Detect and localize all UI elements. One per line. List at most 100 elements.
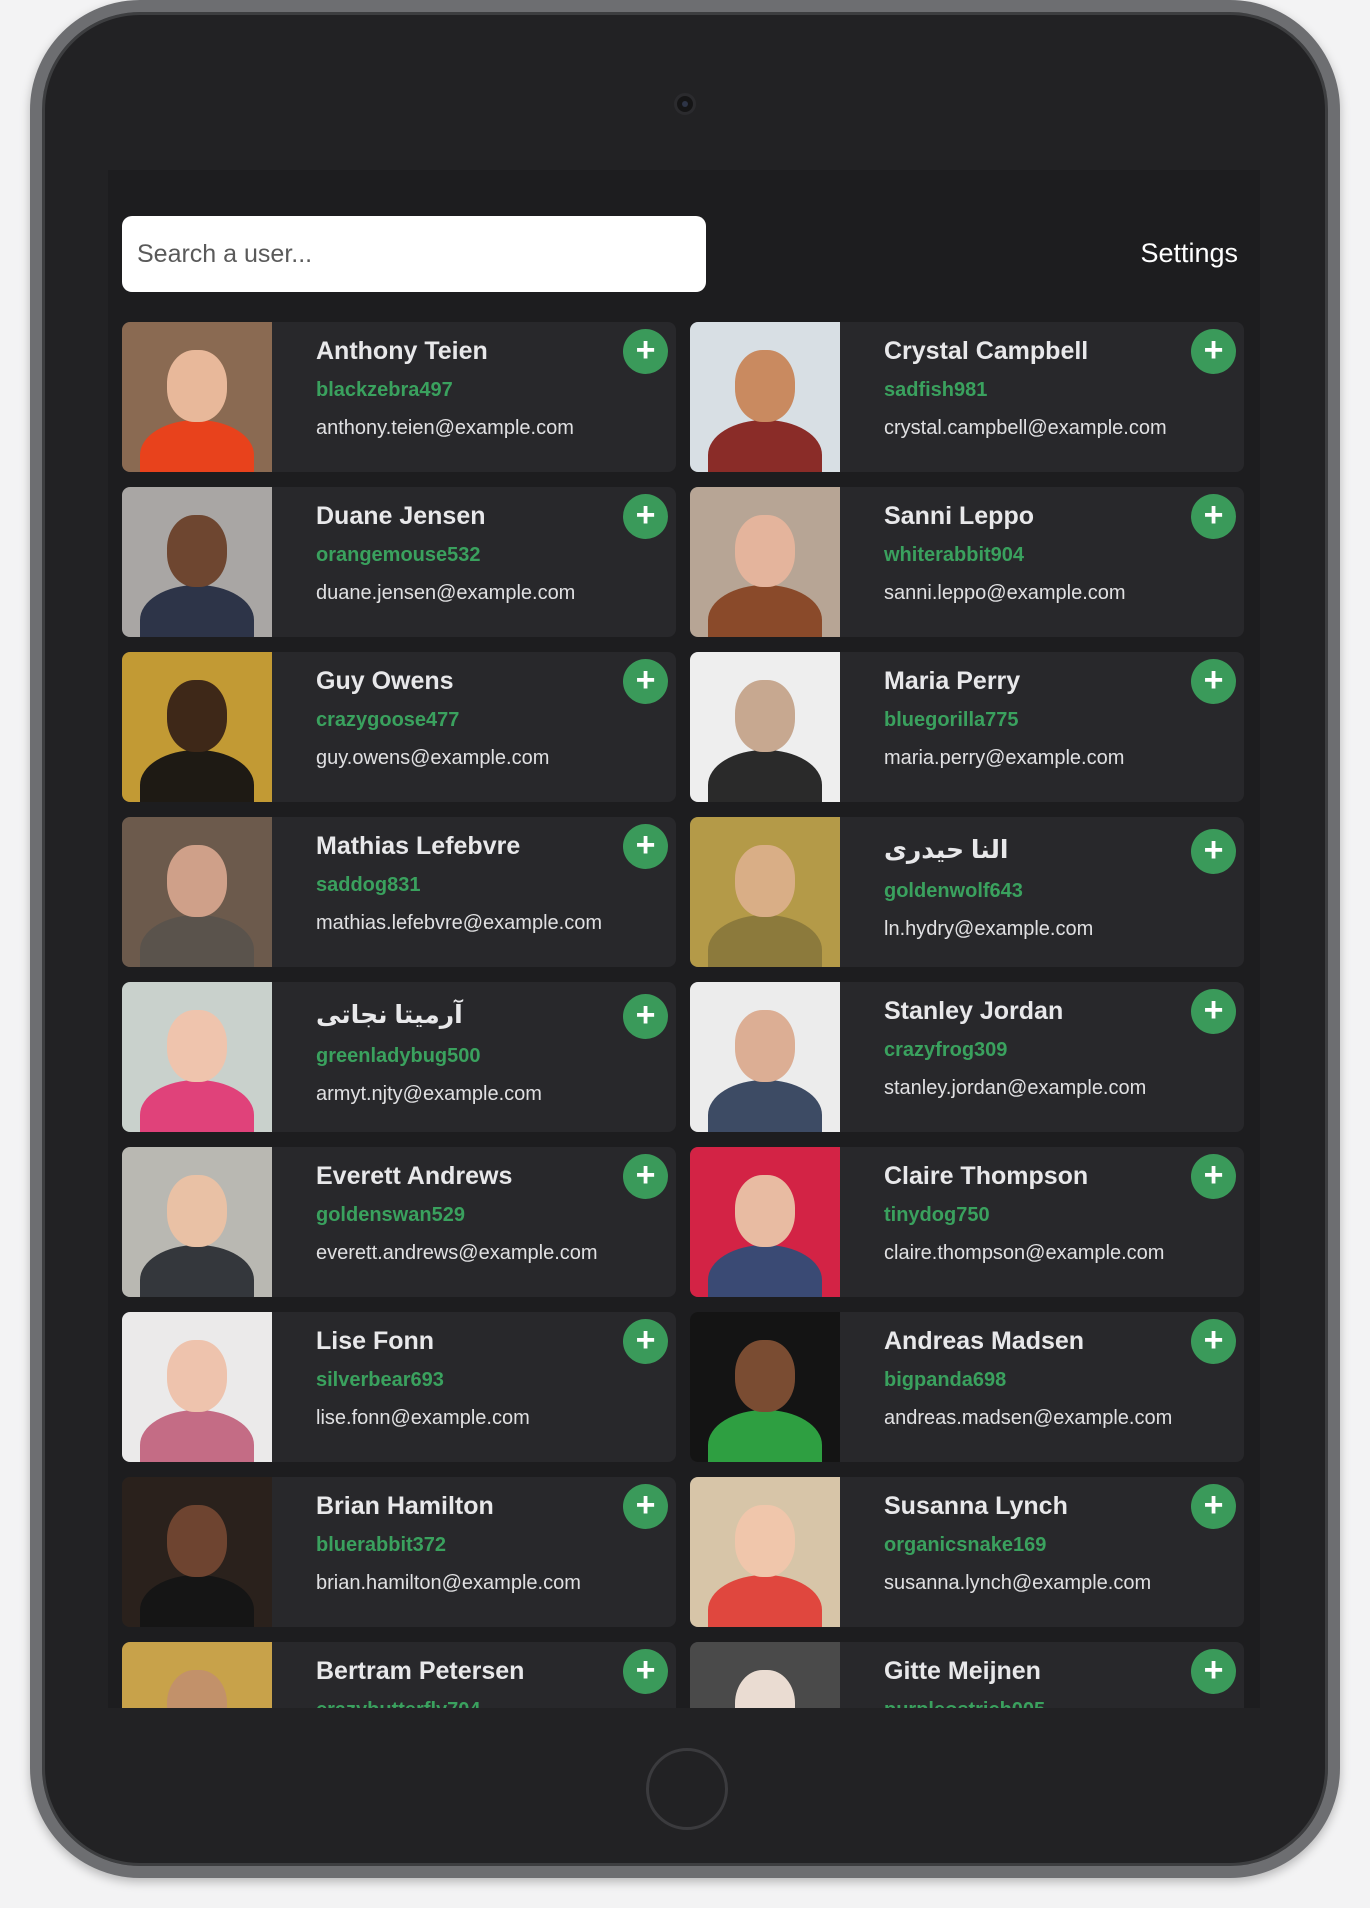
user-name: Claire Thompson [884, 1162, 1089, 1190]
avatar-body [140, 585, 254, 637]
add-user-button[interactable]: + [623, 994, 668, 1039]
user-card[interactable]: Maria Perry bluegorilla775 maria.perry@exa… [690, 652, 1244, 802]
add-user-button[interactable]: + [623, 659, 668, 704]
add-user-button[interactable]: + [623, 1649, 668, 1694]
user-handle: tinydog750 [884, 1204, 990, 1226]
avatar-head [735, 1340, 795, 1412]
avatar-head [167, 1340, 227, 1412]
user-card[interactable]: Anthony Teien blackzebra497 anthony.teien@… [122, 322, 676, 472]
user-card[interactable]: آرمیتا نجاتی greenladybug500 armyt.njty@ex… [122, 982, 676, 1132]
add-user-button[interactable]: + [623, 824, 668, 869]
user-handle: orangemouse532 [316, 544, 481, 566]
avatar-body [708, 1575, 822, 1627]
user-card[interactable]: Crystal Campbell sadfish981 crystal.campbe… [690, 322, 1244, 472]
avatar-body [708, 915, 822, 967]
add-user-button[interactable]: + [1191, 659, 1236, 704]
avatar-body [140, 1575, 254, 1627]
user-email: crystal.campbell@example.com [884, 417, 1167, 439]
avatar-head [167, 1505, 227, 1577]
avatar-head [167, 515, 227, 587]
user-handle: bigpanda698 [884, 1369, 1007, 1391]
user-card[interactable]: Lise Fonn silverbear693 lise.fonn@example.… [122, 1312, 676, 1462]
user-email: ln.hydry@example.com [884, 918, 1094, 940]
user-name: Susanna Lynch [884, 1492, 1068, 1520]
avatar-body [140, 1245, 254, 1297]
user-name: Stanley Jordan [884, 997, 1064, 1025]
avatar-body [140, 1080, 254, 1132]
user-handle: sadfish981 [884, 379, 988, 401]
add-user-button[interactable]: + [1191, 494, 1236, 539]
avatar [690, 487, 840, 637]
user-name: Brian Hamilton [316, 1492, 494, 1520]
user-name: Gitte Meijnen [884, 1657, 1041, 1685]
avatar-body [140, 420, 254, 472]
user-email: guy.owens@example.com [316, 747, 550, 769]
add-user-button[interactable]: + [623, 1484, 668, 1529]
user-card[interactable]: Stanley Jordan crazyfrog309 stanley.jordan… [690, 982, 1244, 1132]
avatar [690, 652, 840, 802]
user-card[interactable]: Andreas Madsen bigpanda698 andreas.madsen@… [690, 1312, 1244, 1462]
avatar [122, 1477, 272, 1627]
avatar-head [167, 350, 227, 422]
user-name: Guy Owens [316, 667, 454, 695]
top-bar: Settings [108, 170, 1260, 310]
user-card[interactable]: Claire Thompson tinydog750 claire.thompson… [690, 1147, 1244, 1297]
user-card[interactable]: Duane Jensen orangemouse532 duane.jensen@e… [122, 487, 676, 637]
user-name: Andreas Madsen [884, 1327, 1085, 1355]
avatar-body [708, 420, 822, 472]
avatar-body [140, 750, 254, 802]
avatar-body [708, 1410, 822, 1462]
add-user-button[interactable]: + [1191, 989, 1236, 1034]
avatar-body [140, 915, 254, 967]
search-input[interactable] [122, 216, 706, 292]
user-email: stanley.jordan@example.com [884, 1077, 1147, 1099]
avatar-body [708, 585, 822, 637]
user-card[interactable]: Bertram Petersen crazybutterfly704 + [122, 1642, 676, 1708]
user-card[interactable]: Susanna Lynch organicsnake169 susanna.lync… [690, 1477, 1244, 1627]
user-email: andreas.madsen@example.com [884, 1407, 1173, 1429]
user-card[interactable]: Everett Andrews goldenswan529 everett.andr… [122, 1147, 676, 1297]
avatar [122, 322, 272, 472]
user-card[interactable]: Gitte Meijnen purpleostrich005 + [690, 1642, 1244, 1708]
add-user-button[interactable]: + [1191, 1319, 1236, 1364]
add-user-button[interactable]: + [1191, 1649, 1236, 1694]
user-card[interactable]: Sanni Leppo whiterabbit904 sanni.leppo@exa… [690, 487, 1244, 637]
avatar-head [167, 1670, 227, 1708]
avatar-body [708, 750, 822, 802]
user-name: Duane Jensen [316, 502, 486, 530]
user-card[interactable]: Guy Owens crazygoose477 guy.owens@example.… [122, 652, 676, 802]
user-email: mathias.lefebvre@example.com [316, 912, 602, 934]
avatar [690, 1642, 840, 1708]
settings-link[interactable]: Settings [1140, 238, 1238, 269]
user-email: anthony.teien@example.com [316, 417, 574, 439]
user-email: susanna.lynch@example.com [884, 1572, 1152, 1594]
add-user-button[interactable]: + [1191, 329, 1236, 374]
add-user-button[interactable]: + [623, 1319, 668, 1364]
add-user-button[interactable]: + [623, 329, 668, 374]
user-card[interactable]: Mathias Lefebvre saddog831 mathias.lefebvr… [122, 817, 676, 967]
user-card[interactable]: النا حیدری goldenwolf643 ln.hydry@example.… [690, 817, 1244, 967]
avatar [122, 652, 272, 802]
avatar [690, 322, 840, 472]
add-user-button[interactable]: + [1191, 1154, 1236, 1199]
avatar-head [735, 515, 795, 587]
add-user-button[interactable]: + [1191, 829, 1236, 874]
avatar-head [735, 1010, 795, 1082]
user-handle: crazyfrog309 [884, 1039, 1008, 1061]
add-user-button[interactable]: + [623, 1154, 668, 1199]
avatar-body [708, 1080, 822, 1132]
user-card[interactable]: Brian Hamilton bluerabbit372 brian.hamilto… [122, 1477, 676, 1627]
user-name: Bertram Petersen [316, 1657, 525, 1685]
user-name: Lise Fonn [316, 1327, 435, 1355]
add-user-button[interactable]: + [623, 494, 668, 539]
user-handle: goldenswan529 [316, 1204, 465, 1226]
user-handle: silverbear693 [316, 1369, 444, 1391]
avatar-head [735, 1175, 795, 1247]
avatar [122, 1312, 272, 1462]
user-email: brian.hamilton@example.com [316, 1572, 581, 1594]
user-name: Crystal Campbell [884, 337, 1089, 365]
home-button[interactable] [646, 1748, 728, 1830]
add-user-button[interactable]: + [1191, 1484, 1236, 1529]
user-handle: crazybutterfly704 [316, 1699, 481, 1708]
user-handle: blackzebra497 [316, 379, 453, 401]
